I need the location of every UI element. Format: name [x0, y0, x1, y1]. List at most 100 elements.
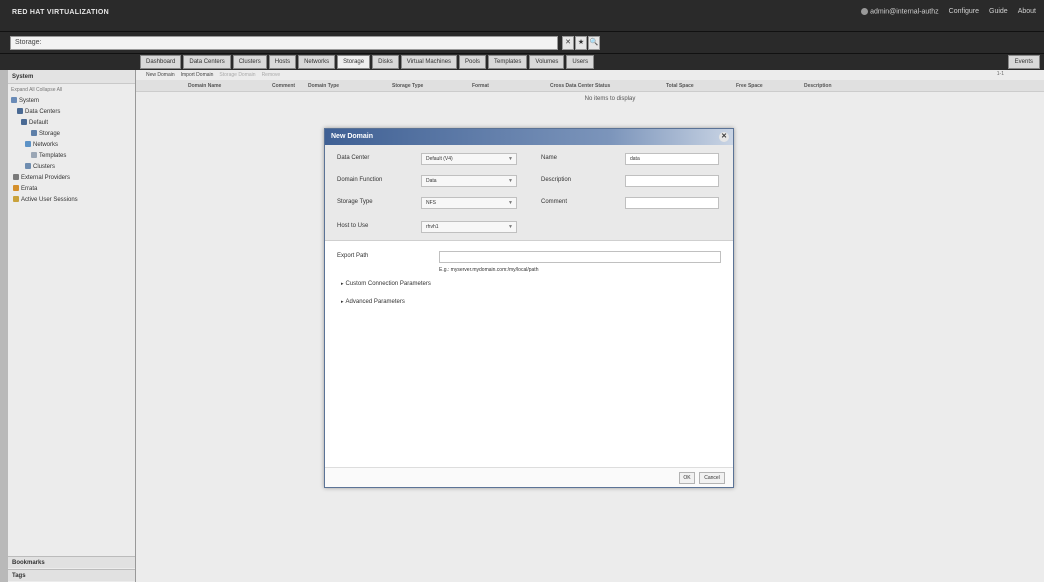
tree-item-templates[interactable]: Templates — [8, 151, 135, 162]
about-link[interactable]: About — [1018, 8, 1036, 15]
errata-icon — [13, 185, 19, 192]
datacenter-icon — [21, 119, 27, 126]
tab-virtual-machines[interactable]: Virtual Machines — [400, 55, 458, 69]
custom-connection-expander[interactable]: ▸ Custom Connection Parameters — [341, 281, 431, 287]
tab-users[interactable]: Users — [566, 55, 595, 69]
tree-item-label: System — [19, 98, 40, 104]
tree-item-errata[interactable]: Errata — [8, 184, 135, 195]
custom-connection-label: Custom Connection Parameters — [345, 281, 431, 287]
column-header[interactable]: Total Space — [666, 83, 694, 89]
top-links: admin@internal-authz Configure Guide Abo… — [861, 8, 1036, 15]
data-center-value: Default (V4) — [426, 156, 453, 162]
data-center-select[interactable]: Default (V4) ▼ — [421, 153, 517, 165]
tree-item-label: Networks — [33, 142, 59, 148]
new-domain-button[interactable]: New Domain — [146, 72, 175, 78]
user-icon — [861, 8, 869, 15]
tab-networks[interactable]: Networks — [298, 55, 336, 69]
clear-search-button[interactable]: ✕ — [562, 36, 574, 50]
column-header[interactable]: Format — [472, 83, 489, 89]
provider-icon — [13, 174, 19, 181]
tab-events[interactable]: Events — [1007, 55, 1040, 69]
description-input[interactable] — [625, 175, 719, 187]
name-label: Name — [541, 155, 558, 161]
column-header[interactable]: Comment — [272, 83, 295, 89]
chevron-down-icon: ▼ — [508, 178, 513, 184]
ok-button[interactable]: OK — [679, 472, 695, 484]
tab-hosts[interactable]: Hosts — [268, 55, 297, 69]
export-path-hint: E.g.: myserver.mydomain.com:/my/local/pa… — [439, 267, 539, 273]
storage-domain-button[interactable]: Storage Domain — [219, 72, 255, 78]
column-header[interactable]: Domain Name — [188, 83, 221, 89]
collapse-all-link[interactable]: Collapse All — [36, 87, 62, 93]
tree-item-label: Active User Sessions — [21, 197, 78, 203]
tab-pools[interactable]: Pools — [459, 55, 487, 69]
tree-item-networks[interactable]: Networks — [8, 140, 135, 151]
advanced-parameters-expander[interactable]: ▸ Advanced Parameters — [341, 299, 405, 305]
export-path-label: Export Path — [337, 253, 369, 259]
column-header[interactable]: Free Space — [736, 83, 763, 89]
expand-all-link[interactable]: Expand All — [11, 87, 35, 93]
sidebar-title: System — [8, 70, 135, 84]
action-bar: New Domain Import Domain Storage Domain … — [136, 70, 1044, 80]
new-domain-dialog: New Domain ✕ Data Center Default (V4) ▼ D… — [324, 128, 734, 488]
storage-icon — [31, 130, 37, 137]
bookmark-search-button[interactable]: ★ — [575, 36, 587, 50]
tab-dashboard[interactable]: Dashboard — [140, 55, 182, 69]
cluster-icon — [25, 163, 31, 170]
search-bar: Storage: ✕ ★ 🔍 — [0, 32, 1044, 54]
tab-clusters[interactable]: Clusters — [232, 55, 267, 69]
search-input[interactable]: Storage: — [10, 36, 558, 50]
column-header[interactable]: Description — [804, 83, 832, 89]
bookmarks-panel[interactable]: Bookmarks — [8, 556, 135, 568]
tree-item-default[interactable]: Default — [8, 118, 135, 129]
tree-item-label: Storage — [39, 131, 61, 137]
storage-type-select[interactable]: NFS ▼ — [421, 197, 517, 209]
close-icon[interactable]: ✕ — [719, 132, 729, 142]
tab-disks[interactable]: Disks — [372, 55, 399, 69]
data-center-label: Data Center — [337, 155, 370, 161]
cancel-button[interactable]: Cancel — [699, 472, 725, 484]
tree-item-system[interactable]: System — [8, 96, 135, 107]
tags-panel[interactable]: Tags — [8, 569, 135, 581]
comment-input[interactable] — [625, 197, 719, 209]
host-to-use-value: rhvh1 — [426, 224, 439, 230]
dialog-title: New Domain — [331, 133, 374, 140]
column-header[interactable]: Cross Data Center Status — [550, 83, 610, 89]
tab-storage[interactable]: Storage — [337, 55, 371, 69]
guide-link[interactable]: Guide — [989, 8, 1008, 15]
domain-function-label: Domain Function — [337, 177, 383, 183]
search-button[interactable]: 🔍 — [588, 36, 600, 50]
globe-icon — [11, 97, 17, 104]
dialog-footer: OK Cancel — [325, 467, 733, 487]
chevron-down-icon: ▼ — [508, 224, 513, 230]
tree-item-active-user-sessions[interactable]: Active User Sessions — [8, 195, 135, 206]
domain-function-select[interactable]: Data ▼ — [421, 175, 517, 187]
tree-item-data-centers[interactable]: Data Centers — [8, 107, 135, 118]
import-domain-button[interactable]: Import Domain — [181, 72, 214, 78]
column-header[interactable]: Storage Type — [392, 83, 423, 89]
tab-data-centers[interactable]: Data Centers — [183, 55, 231, 69]
empty-table-message: No items to display — [584, 96, 636, 102]
tree-item-label: Data Centers — [25, 109, 61, 115]
tree-item-clusters[interactable]: Clusters — [8, 162, 135, 173]
remove-button[interactable]: Remove — [262, 72, 281, 78]
configure-link[interactable]: Configure — [949, 8, 979, 15]
system-tree-panel: System Expand All Collapse All System Dat… — [8, 70, 136, 582]
export-path-input[interactable] — [439, 251, 721, 263]
tree-item-storage[interactable]: Storage — [8, 129, 135, 140]
tree-item-external-providers[interactable]: External Providers — [8, 173, 135, 184]
user-menu[interactable]: admin@internal-authz — [861, 8, 939, 15]
advanced-parameters-label: Advanced Parameters — [345, 299, 405, 305]
tab-templates[interactable]: Templates — [488, 55, 528, 69]
description-label: Description — [541, 177, 572, 183]
column-header[interactable]: Domain Type — [308, 83, 339, 89]
chevron-down-icon: ▼ — [508, 156, 513, 162]
template-icon — [31, 152, 37, 159]
main-tabs: Dashboard Data Centers Clusters Hosts Networ… — [140, 55, 595, 69]
name-input[interactable]: data — [625, 153, 719, 165]
tree-item-label: External Providers — [21, 175, 71, 181]
storage-type-label: Storage Type — [337, 199, 373, 205]
host-to-use-select[interactable]: rhvh1 ▼ — [421, 221, 517, 233]
tab-volumes[interactable]: Volumes — [529, 55, 565, 69]
brand-logo: RED HAT VIRTUALIZATION — [12, 9, 109, 16]
